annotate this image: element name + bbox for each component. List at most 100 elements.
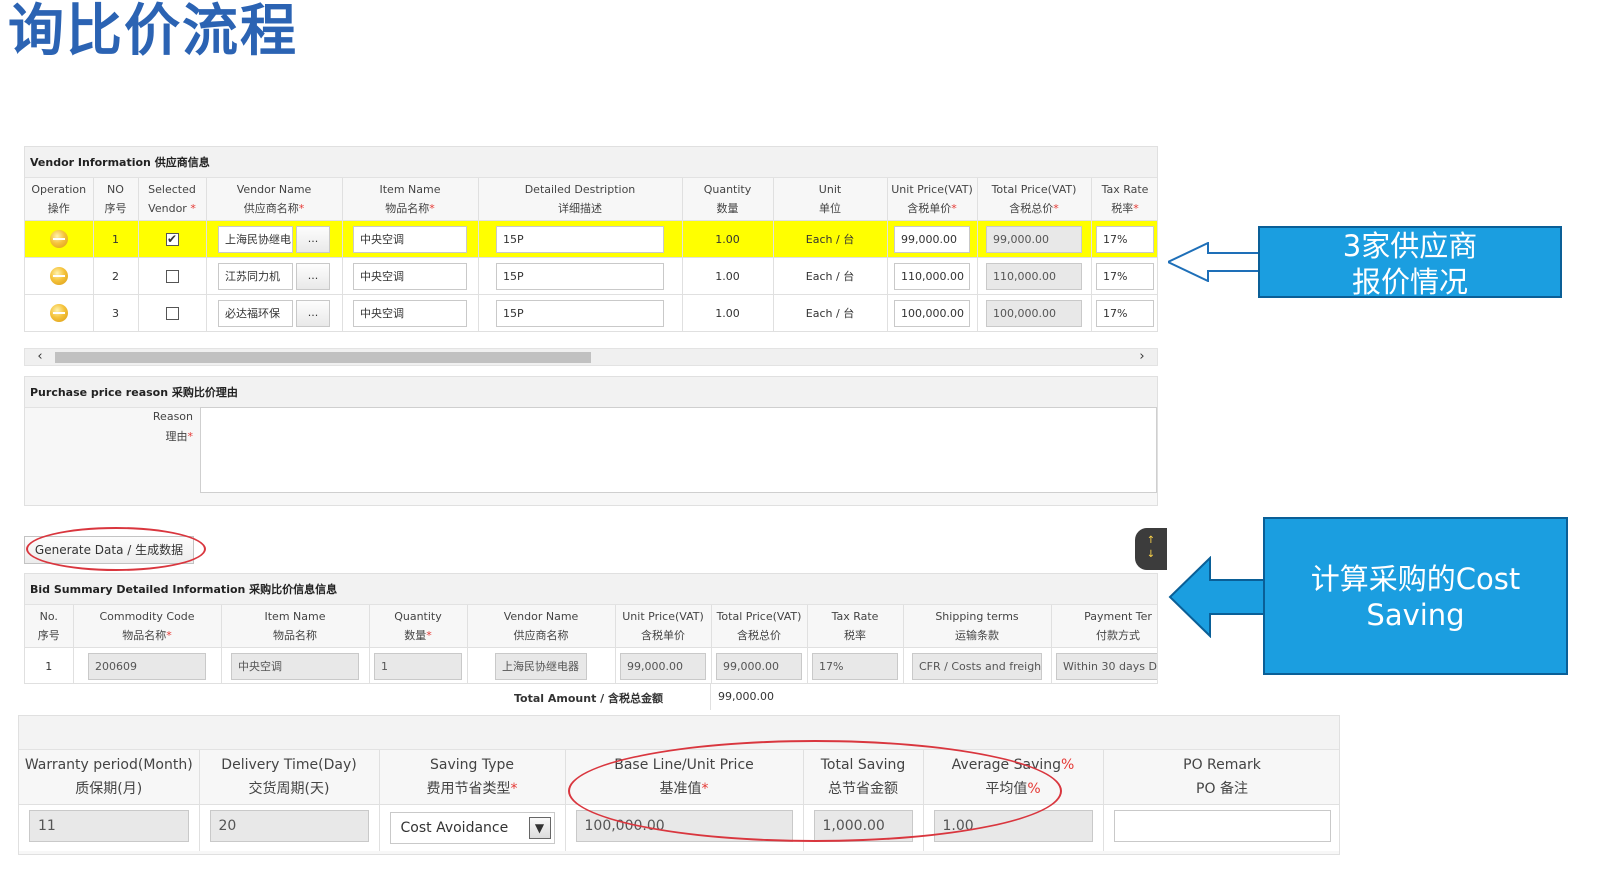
col-saving-type: Saving Type 费用节省类型*: [379, 750, 566, 805]
po-remark-input[interactable]: [1113, 809, 1331, 842]
col-quantity: Quantity 数量*: [369, 605, 468, 648]
total-price-field: 99,000.00: [716, 652, 802, 680]
description-cell: 15P: [478, 220, 683, 258]
remove-icon[interactable]: [49, 230, 68, 248]
item-name-input[interactable]: 中央空调: [353, 262, 467, 290]
total-price-cell: 110,000.00: [977, 257, 1092, 295]
remove-icon[interactable]: [49, 267, 68, 285]
select-vendor-checkbox[interactable]: [165, 306, 179, 320]
col-unit: Unit 单位: [773, 178, 888, 221]
description-input[interactable]: 15P: [496, 225, 664, 253]
warranty-field: 11: [29, 809, 189, 842]
row-number: 1: [25, 647, 74, 683]
vendor-lookup-button[interactable]: ...: [296, 299, 330, 327]
col-total-price: Total Price(VAT) 含税总价*: [977, 178, 1092, 221]
tax-rate-input[interactable]: 17%: [1096, 299, 1154, 327]
vendor-lookup-button[interactable]: ...: [296, 262, 330, 290]
item-name-field: 中央空调: [231, 652, 359, 680]
scroll-float-button[interactable]: ↑ ↓: [1135, 528, 1167, 570]
commodity-code-cell: 200609: [73, 647, 222, 683]
table-row: 1 200609 中央空调 1 上海民协继电器 99,000.00 99,000…: [25, 647, 1157, 683]
reason-panel: Purchase price reason 采购比价理由 Reason 理由*: [24, 376, 1158, 506]
quantity-cell: 1: [369, 647, 468, 683]
tax-rate-cell: 17%: [1091, 294, 1157, 331]
item-name-cell: 中央空调: [221, 647, 370, 683]
operation-cell[interactable]: [25, 257, 94, 295]
table-row[interactable]: 2 江苏同力机... 中央空调 15P 1.00 Each / 台 110,00…: [25, 257, 1157, 295]
payment-terms-cell: Within 30 days D: [1051, 647, 1157, 683]
selected-cell[interactable]: [138, 257, 207, 295]
item-name-cell: 中央空调: [342, 257, 479, 295]
shipping-terms-field: CFR / Costs and freight: [912, 652, 1042, 680]
delivery-field: 20: [209, 809, 369, 842]
horizontal-scrollbar[interactable]: ‹ ›: [24, 348, 1158, 366]
unit-price-input[interactable]: 100,000.00: [894, 299, 970, 327]
tax-rate-input[interactable]: 17%: [1096, 262, 1154, 290]
col-commodity-code: Commodity Code 物品名称*: [73, 605, 222, 648]
total-divider: [710, 684, 711, 710]
quantity-cell: 1.00: [682, 220, 774, 258]
tax-rate-field: 17%: [812, 652, 898, 680]
col-item-name: Item Name 物品名称: [221, 605, 370, 648]
vendor-panel-title: Vendor Information 供应商信息: [25, 147, 1157, 178]
total-amount-label: Total Amount / 含税总金额: [514, 692, 664, 705]
selected-cell[interactable]: [138, 294, 207, 331]
col-tax-rate: Tax Rate 税率*: [1091, 178, 1157, 221]
tax-rate-input[interactable]: 17%: [1096, 225, 1154, 253]
vendor-name-input[interactable]: 必达福环保: [218, 299, 293, 327]
callout-vendor-quotes: 3家供应商 报价情况: [1258, 226, 1562, 299]
col-payment-terms: Payment Ter 付款方式: [1051, 605, 1157, 648]
total-price-cell: 99,000.00: [711, 647, 808, 683]
vendor-name-cell: 必达福环保...: [206, 294, 343, 331]
table-row[interactable]: 1 ✔ 上海民协继电... 中央空调 15P 1.00 Each / 台 99,…: [25, 220, 1157, 258]
reason-label: Reason 理由*: [152, 410, 193, 443]
col-no: NO 序号: [93, 178, 139, 221]
vendor-name-input[interactable]: 上海民协继电: [218, 225, 293, 253]
total-price-field: 100,000.00: [986, 299, 1082, 327]
selected-cell[interactable]: ✔: [138, 220, 207, 258]
vendor-lookup-button[interactable]: ...: [296, 225, 330, 253]
scroll-left-icon[interactable]: ‹: [31, 349, 49, 365]
unit-price-field: 99,000.00: [620, 652, 706, 680]
total-price-field: 99,000.00: [986, 225, 1082, 253]
col-operation: Operation 操作: [25, 178, 94, 221]
scroll-thumb[interactable]: [55, 352, 591, 363]
item-name-input[interactable]: 中央空调: [353, 225, 467, 253]
callout-arrow-bottom: [1168, 556, 1267, 638]
col-warranty: Warranty period(Month) 质保期(月): [19, 750, 200, 805]
item-name-input[interactable]: 中央空调: [353, 299, 467, 327]
unit-price-cell: 99,000.00: [615, 647, 712, 683]
vendor-name-cell: 上海民协继电...: [206, 220, 343, 258]
col-item-name: Item Name 物品名称*: [342, 178, 479, 221]
unit-cell: Each / 台: [773, 294, 888, 331]
description-input[interactable]: 15P: [496, 299, 664, 327]
select-vendor-checkbox[interactable]: ✔: [165, 232, 179, 246]
unit-price-input[interactable]: 99,000.00: [894, 225, 970, 253]
saving-type-select[interactable]: Cost Avoidance ▼: [389, 811, 555, 844]
table-row[interactable]: 3 必达福环保... 中央空调 15P 1.00 Each / 台 100,00…: [25, 294, 1157, 331]
scroll-right-icon[interactable]: ›: [1133, 349, 1151, 365]
description-cell: 15P: [478, 257, 683, 295]
description-input[interactable]: 15P: [496, 262, 664, 290]
saving-highlight-ellipse: [568, 740, 1062, 842]
total-price-cell: 99,000.00: [977, 220, 1092, 258]
saving-panel-header-bar: [19, 716, 1339, 750]
reason-textarea[interactable]: [200, 407, 1157, 493]
col-total-price: Total Price(VAT) 含税总价: [711, 605, 808, 648]
vendor-info-panel: Vendor Information 供应商信息 Operation 操作 NO 序…: [24, 146, 1158, 332]
col-vendor-name: Vendor Name 供应商名称*: [206, 178, 343, 221]
unit-price-input[interactable]: 110,000.00: [894, 262, 970, 290]
tax-rate-cell: 17%: [807, 647, 904, 683]
operation-cell[interactable]: [25, 220, 94, 258]
warranty-cell: 11: [19, 804, 200, 851]
callout-cost-saving: 计算采购的Cost Saving: [1263, 517, 1568, 675]
operation-cell[interactable]: [25, 294, 94, 331]
select-vendor-checkbox[interactable]: [165, 269, 179, 283]
remove-icon[interactable]: [49, 304, 68, 322]
bid-table: No. 序号 Commodity Code 物品名称* Item Name 物品名称 …: [25, 605, 1157, 683]
generate-highlight-ellipse: [26, 527, 206, 571]
total-price-field: 110,000.00: [986, 262, 1082, 290]
chevron-down-icon[interactable]: ▼: [528, 816, 551, 839]
vendor-name-input[interactable]: 江苏同力机: [218, 262, 293, 290]
row-number: 2: [93, 257, 139, 295]
